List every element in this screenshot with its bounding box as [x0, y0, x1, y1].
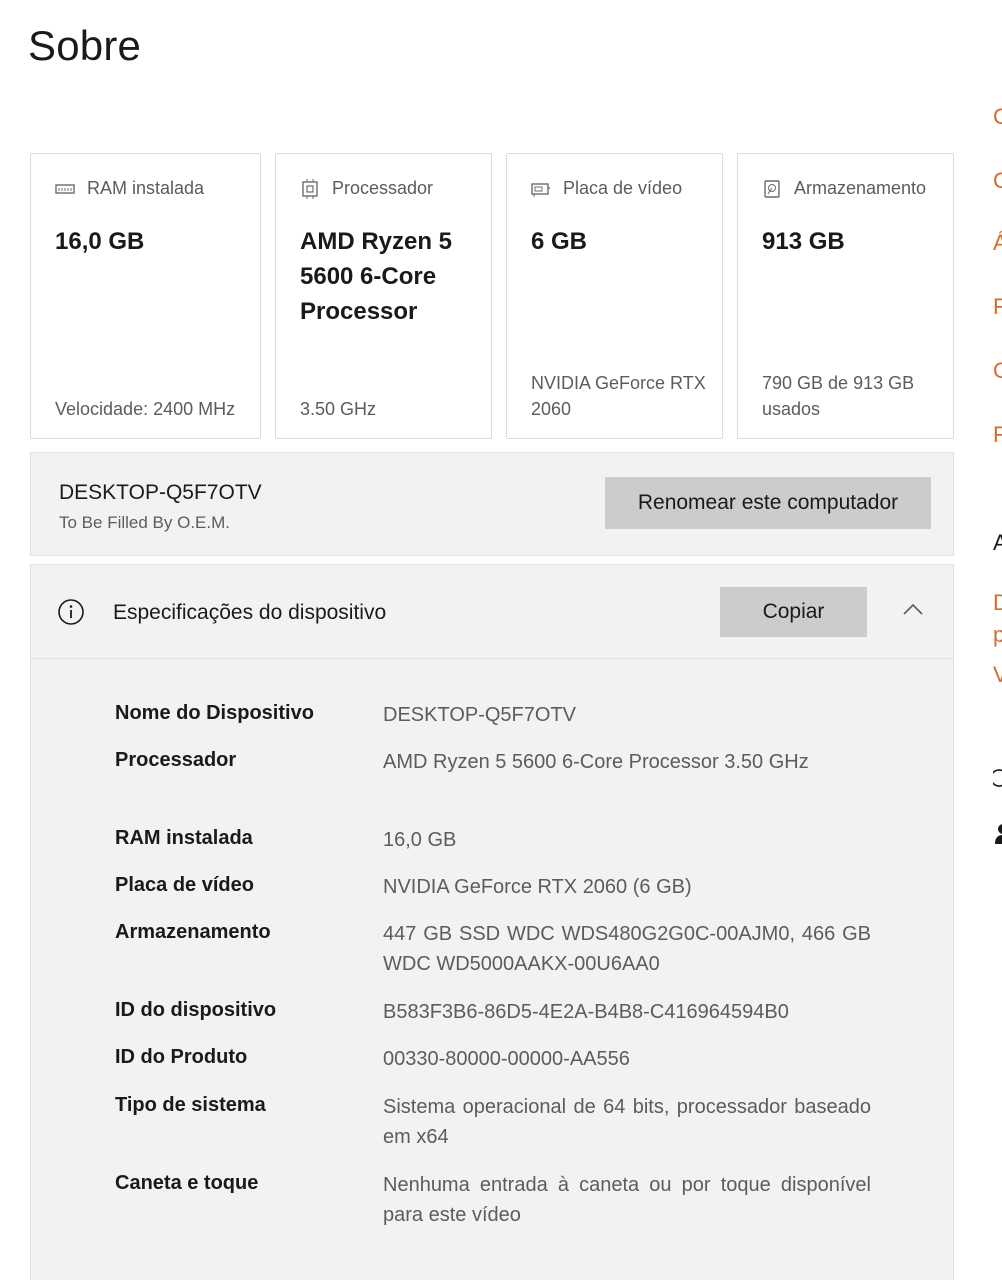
- gpu-card: Placa de vídeo 6 GB NVIDIA GeForce RTX 2…: [506, 153, 723, 439]
- ram-card-header: RAM instalada: [55, 178, 204, 199]
- spec-label: RAM instalada: [115, 827, 253, 849]
- related-link-edge[interactable]: C: [993, 104, 1002, 130]
- ram-card-value: 16,0 GB: [55, 228, 145, 255]
- spec-value[interactable]: B583F3B6-86D5-4E2A-B4B8-C416964594B0: [383, 997, 871, 1027]
- device-name: DESKTOP-Q5F7OTV: [59, 481, 262, 504]
- storage-card-value: 913 GB: [762, 228, 845, 255]
- processor-card: Processador AMD Ryzen 5 5600 6-Core Proc…: [275, 153, 492, 439]
- spec-label: Armazenamento: [115, 921, 271, 943]
- related-link-edge[interactable]: F: [993, 422, 1002, 448]
- storage-card-header: Armazenamento: [762, 178, 926, 199]
- processor-card-header: Processador: [300, 178, 433, 199]
- related-link-edge[interactable]: F: [993, 294, 1002, 320]
- spec-value[interactable]: AMD Ryzen 5 5600 6-Core Processor 3.50 G…: [383, 747, 871, 777]
- about-page: Sobre RAM instalada 16,0 GB Velocidade: …: [0, 0, 1002, 1280]
- help-icon[interactable]: [990, 768, 1002, 796]
- processor-card-footer: 3.50 GHz: [300, 399, 377, 419]
- spec-value[interactable]: Nenhuma entrada à caneta ou por toque di…: [383, 1170, 871, 1230]
- related-link-edge[interactable]: p: [993, 622, 1002, 648]
- cpu-icon: [300, 178, 320, 199]
- spec-label: Processador: [115, 749, 237, 771]
- memory-icon: [55, 179, 75, 199]
- processor-card-value: AMD Ryzen 5 5600 6-Core Processor: [300, 228, 453, 325]
- related-link-edge[interactable]: D: [993, 590, 1002, 616]
- ram-card-label: RAM instalada: [87, 178, 205, 198]
- storage-card-footer: 790 GB de 913 GB usados: [762, 373, 915, 419]
- spec-value[interactable]: 447 GB SSD WDC WDS480G2G0C-00AJM0, 466 G…: [383, 919, 871, 979]
- gpu-card-header: Placa de vídeo: [531, 178, 682, 199]
- device-specifications-title: Especificações do dispositivo: [113, 601, 387, 624]
- ram-card-footer: Velocidade: 2400 MHz: [55, 399, 236, 419]
- info-icon: [56, 597, 86, 627]
- gpu-icon: [531, 179, 551, 199]
- storage-card-label: Armazenamento: [794, 178, 927, 198]
- gpu-card-label: Placa de vídeo: [563, 178, 683, 198]
- spec-value[interactable]: Sistema operacional de 64 bits, processa…: [383, 1092, 871, 1152]
- copy-button[interactable]: Copiar: [720, 587, 867, 637]
- storage-icon: [762, 179, 782, 199]
- section-heading-edge: A: [993, 530, 1002, 555]
- rename-computer-button[interactable]: Renomear este computador: [605, 477, 931, 529]
- related-link-edge[interactable]: C: [993, 168, 1002, 194]
- spec-label: ID do dispositivo: [115, 999, 277, 1021]
- device-name-panel: DESKTOP-Q5F7OTV To Be Filled By O.E.M. R…: [30, 452, 954, 556]
- gpu-card-footer: NVIDIA GeForce RTX 2060: [531, 373, 706, 419]
- device-specifications-panel: Especificações do dispositivo Copiar Nom…: [30, 564, 954, 1280]
- page-title: Sobre: [28, 22, 142, 69]
- storage-card: Armazenamento 913 GB 790 GB de 913 GB us…: [737, 153, 954, 439]
- chevron-up-icon[interactable]: [901, 599, 925, 619]
- spec-label: Placa de vídeo: [115, 874, 254, 896]
- device-specifications-header[interactable]: Especificações do dispositivo Copiar: [31, 565, 953, 659]
- ram-card: RAM instalada 16,0 GB Velocidade: 2400 M…: [30, 153, 261, 439]
- related-link-edge[interactable]: V: [993, 662, 1002, 688]
- related-link-edge[interactable]: C: [993, 358, 1002, 384]
- feedback-icon[interactable]: [993, 822, 1002, 852]
- device-manufacturer: To Be Filled By O.E.M.: [59, 513, 230, 532]
- spec-value[interactable]: 00330-80000-00000-AA556: [383, 1044, 871, 1074]
- spec-value[interactable]: 16,0 GB: [383, 825, 871, 855]
- spec-label: Tipo de sistema: [115, 1094, 266, 1116]
- related-link-edge[interactable]: Á: [993, 230, 1002, 256]
- spec-label: ID do Produto: [115, 1046, 248, 1068]
- spec-value[interactable]: NVIDIA GeForce RTX 2060 (6 GB): [383, 872, 871, 902]
- gpu-card-value: 6 GB: [531, 228, 588, 255]
- spec-value[interactable]: DESKTOP-Q5F7OTV: [383, 700, 871, 730]
- processor-card-label: Processador: [332, 178, 434, 198]
- spec-label: Caneta e toque: [115, 1172, 259, 1194]
- spec-label: Nome do Dispositivo: [115, 702, 314, 724]
